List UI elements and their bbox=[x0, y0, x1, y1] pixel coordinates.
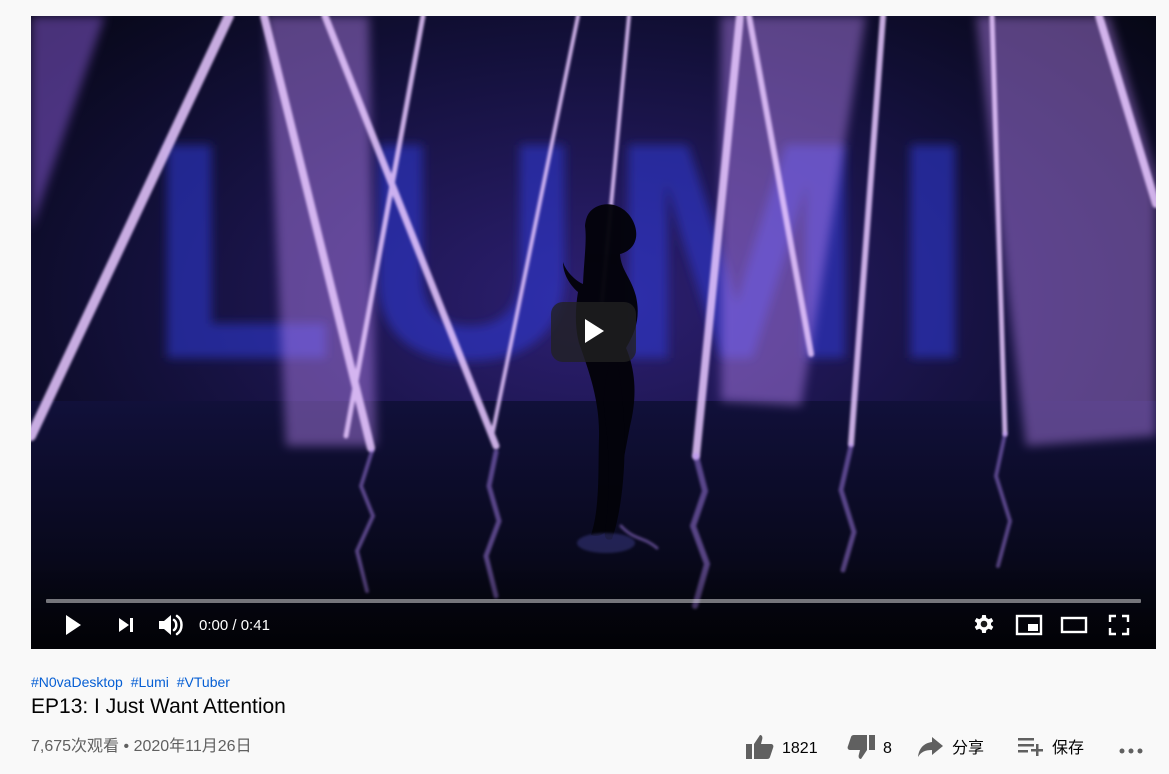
playlist-add-icon bbox=[1016, 734, 1046, 765]
hashtag-n0vadesktop[interactable]: #N0vaDesktop bbox=[31, 674, 123, 690]
like-button[interactable]: 1821 bbox=[744, 733, 818, 765]
like-count: 1821 bbox=[782, 740, 818, 757]
video-metadata: 7,675次观看 • 2020年11月26日 bbox=[31, 737, 252, 757]
share-button[interactable]: 分享 bbox=[916, 733, 984, 765]
fullscreen-button[interactable] bbox=[1100, 606, 1138, 646]
dislike-button[interactable]: 8 bbox=[845, 733, 892, 765]
time-display: 0:00 / 0:41 bbox=[199, 606, 270, 646]
upload-date: 2020年11月26日 bbox=[133, 738, 252, 755]
next-button[interactable] bbox=[107, 606, 145, 646]
volume-icon bbox=[156, 612, 184, 641]
play-button[interactable] bbox=[55, 606, 93, 646]
theater-mode-button[interactable] bbox=[1054, 606, 1094, 646]
hashtag-lumi[interactable]: #Lumi bbox=[131, 674, 169, 690]
hashtag-vtuber[interactable]: #VTuber bbox=[177, 674, 230, 690]
time-separator: / bbox=[228, 617, 241, 634]
settings-button[interactable] bbox=[965, 606, 1003, 646]
miniplayer-icon bbox=[1015, 614, 1043, 639]
more-actions-button[interactable] bbox=[1114, 735, 1148, 767]
save-button[interactable]: 保存 bbox=[1016, 733, 1084, 765]
metadata-separator: • bbox=[123, 738, 130, 755]
play-icon bbox=[582, 318, 606, 347]
video-hashtags: #N0vaDesktop #Lumi #VTuber bbox=[31, 673, 234, 691]
gear-icon bbox=[972, 613, 996, 640]
view-count: 7,675次观看 bbox=[31, 738, 120, 755]
large-play-button[interactable] bbox=[551, 302, 636, 362]
thumbs-up-icon bbox=[744, 733, 776, 766]
video-player[interactable]: LUMI 0:00 / 0:41 bbox=[31, 16, 1156, 649]
save-label: 保存 bbox=[1052, 740, 1085, 757]
next-icon bbox=[115, 614, 137, 639]
total-time: 0:41 bbox=[240, 617, 270, 634]
share-label: 分享 bbox=[952, 740, 985, 757]
dislike-count: 8 bbox=[883, 740, 892, 757]
more-icon bbox=[1117, 744, 1145, 759]
video-progress-bar[interactable] bbox=[46, 599, 1141, 603]
miniplayer-button[interactable] bbox=[1009, 606, 1049, 646]
theater-mode-icon bbox=[1060, 614, 1088, 639]
current-time: 0:00 bbox=[199, 617, 229, 634]
fullscreen-icon bbox=[1107, 613, 1131, 640]
video-title: EP13: I Just Want Attention bbox=[31, 695, 286, 718]
thumbs-down-icon bbox=[845, 733, 877, 766]
youtube-watch-page: LUMI 0:00 / 0:41 #N0vaDesktop #Lumi #VTu… bbox=[0, 0, 1169, 774]
volume-button[interactable] bbox=[150, 606, 190, 646]
player-controls: 0:00 / 0:41 bbox=[31, 606, 1156, 646]
share-icon bbox=[916, 734, 946, 765]
play-icon bbox=[63, 613, 85, 640]
